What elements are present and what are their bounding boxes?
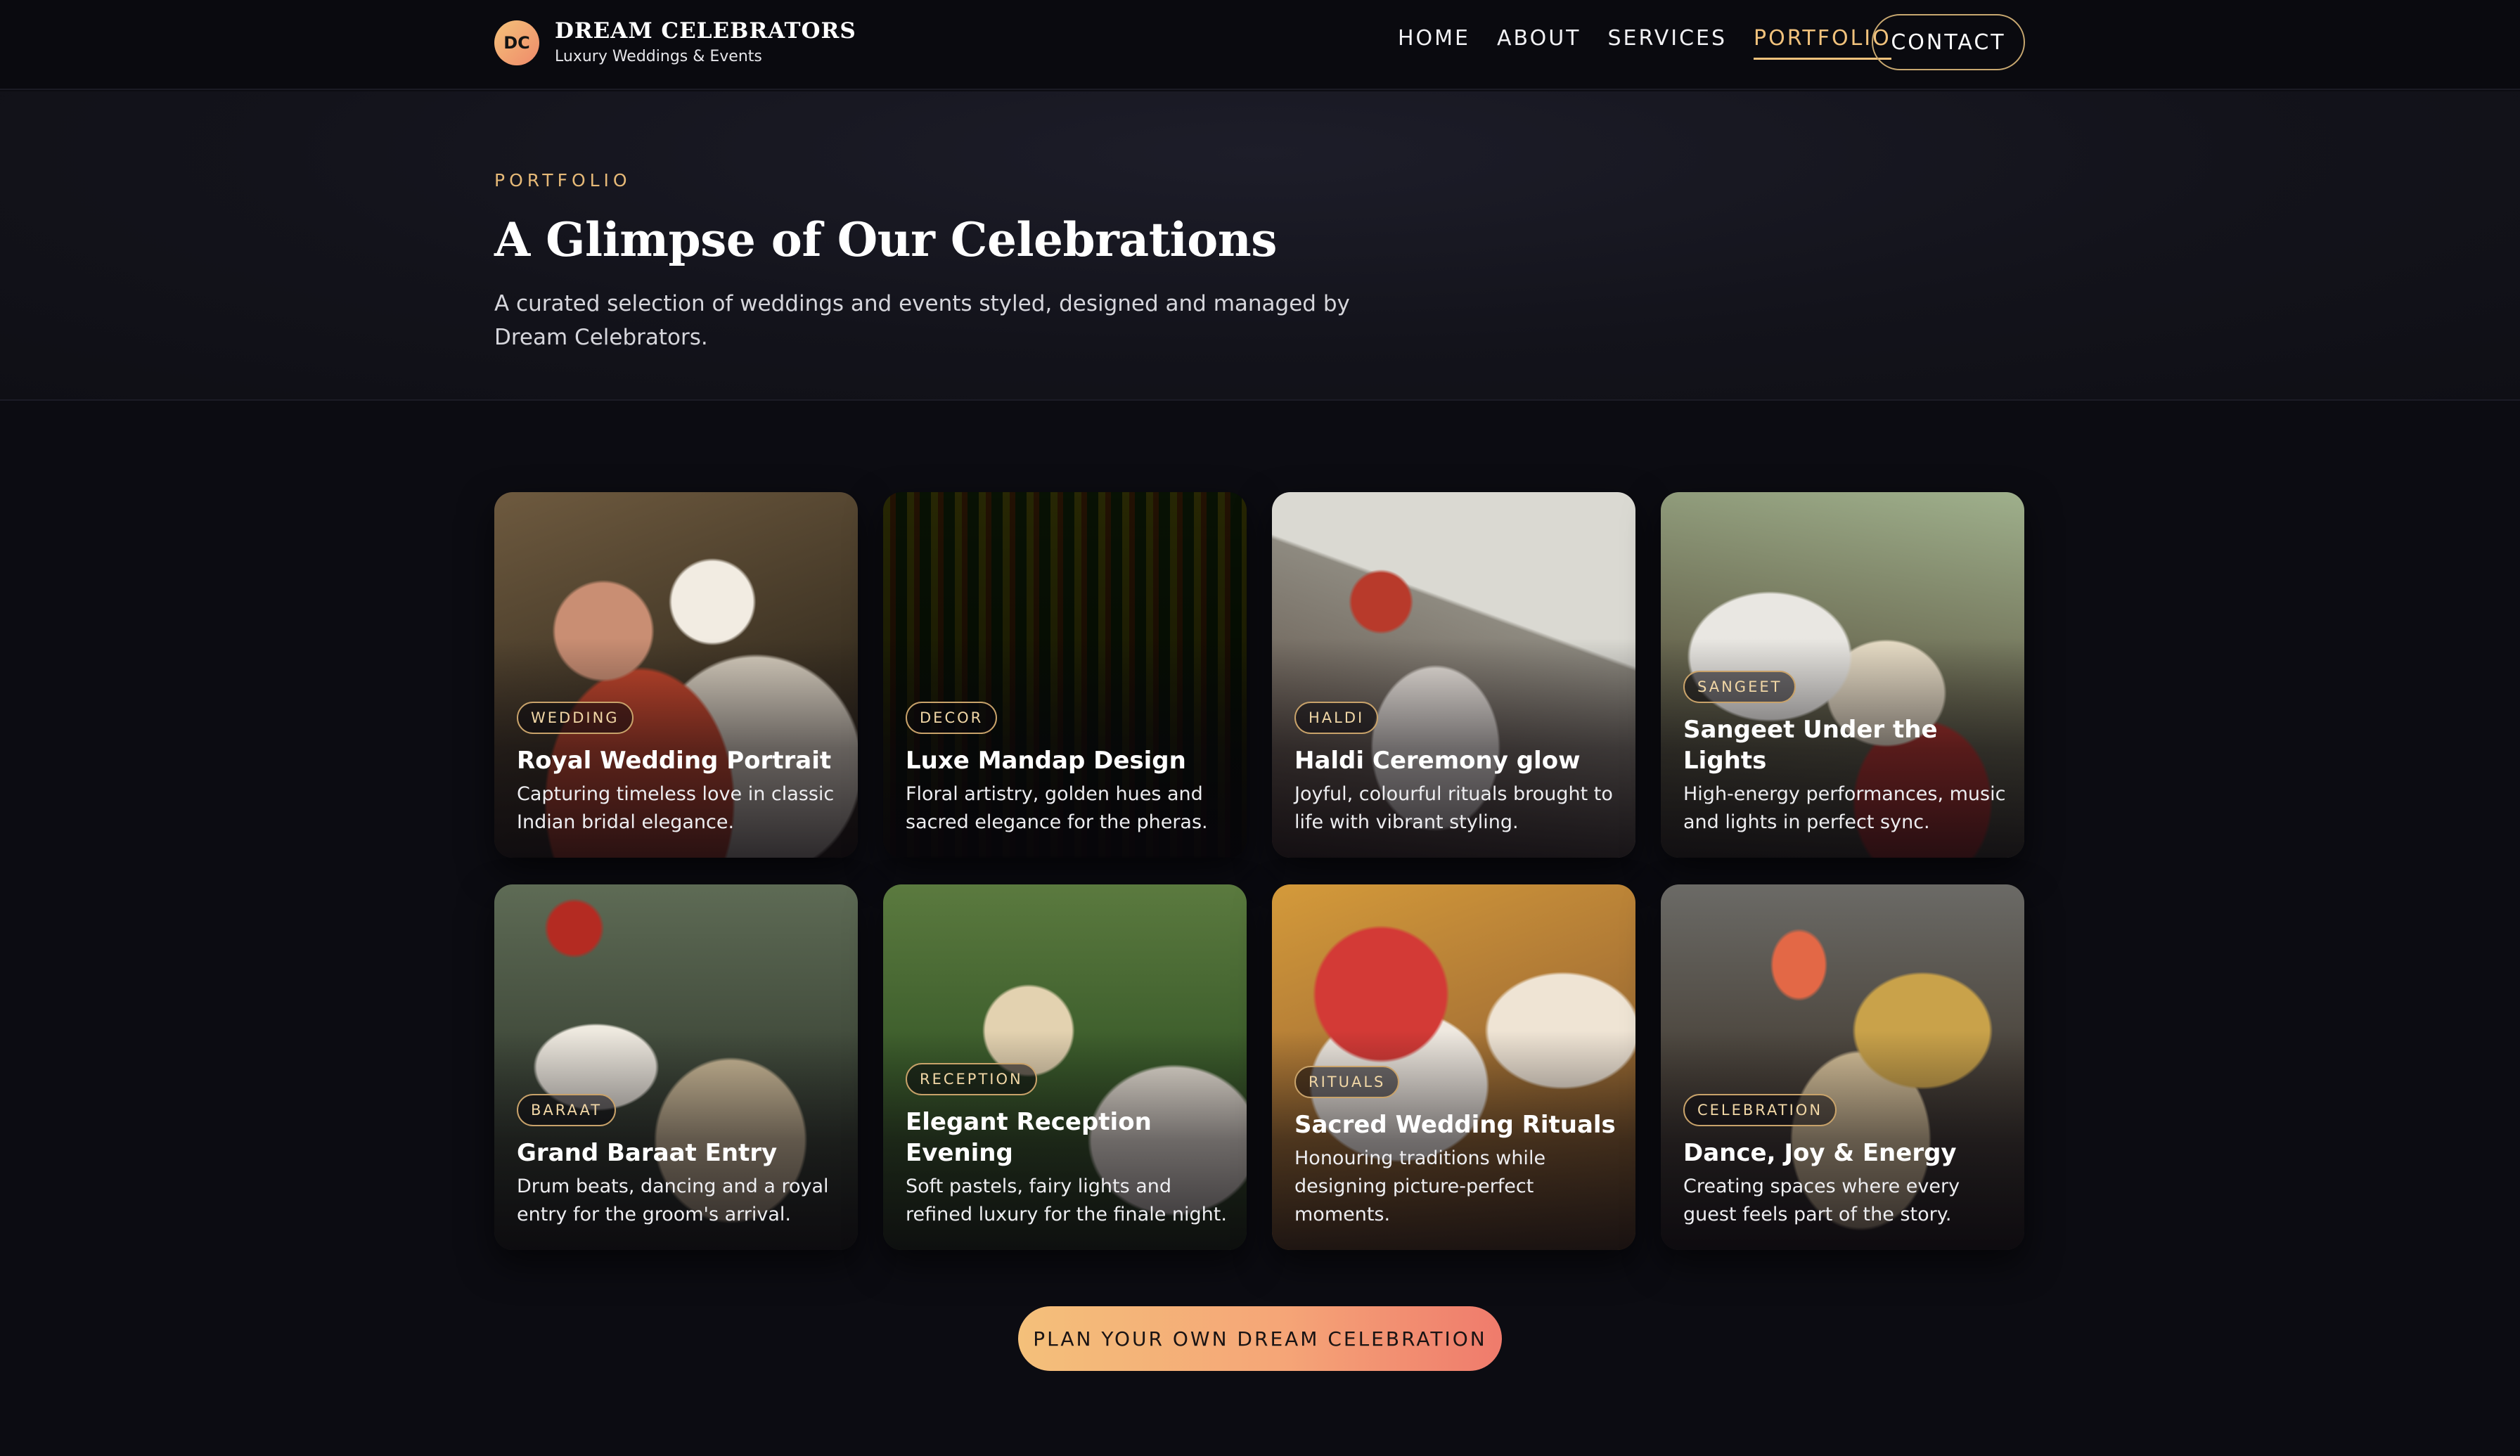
- card-tag: SANGEET: [1683, 671, 1796, 703]
- page-description: A curated selection of weddings and even…: [494, 291, 1350, 350]
- portfolio-card-decor[interactable]: DECOR Luxe Mandap Design Floral artistry…: [883, 492, 1247, 858]
- portfolio-card-celebration[interactable]: CELEBRATION Dance, Joy & Energy Creating…: [1661, 884, 2024, 1250]
- card-description: Honouring traditions while designing pic…: [1294, 1147, 1546, 1225]
- card-description: Creating spaces where every guest feels …: [1683, 1175, 1960, 1225]
- card-content: RITUALS Sacred Wedding Rituals Honouring…: [1294, 1066, 1619, 1229]
- nav-link-portfolio[interactable]: PORTFOLIO: [1754, 25, 1891, 60]
- card-title: Royal Wedding Portrait: [517, 747, 832, 775]
- card-tag: DECOR: [906, 702, 998, 734]
- card-content: SANGEET Sangeet Under the Lights High-en…: [1683, 671, 2007, 837]
- card-description: Floral artistry, golden hues and sacred …: [906, 783, 1208, 833]
- portfolio-card-reception[interactable]: RECEPTION Elegant Reception Evening Soft…: [883, 884, 1247, 1250]
- card-tag: RECEPTION: [906, 1063, 1037, 1095]
- brand-tagline: Luxury Weddings & Events: [555, 48, 762, 65]
- card-description: Soft pastels, fairy lights and refined l…: [906, 1175, 1227, 1225]
- top-navigation: DC DREAM CELEBRATORS Luxury Weddings & E…: [0, 0, 2520, 90]
- nav-link-about[interactable]: ABOUT: [1497, 25, 1581, 53]
- card-title: Luxe Mandap Design: [906, 747, 1186, 775]
- brand-text: DREAM CELEBRATORS Luxury Weddings & Even…: [555, 18, 856, 67]
- contact-button[interactable]: CONTACT: [1872, 14, 2025, 70]
- card-tag: CELEBRATION: [1683, 1094, 1837, 1126]
- card-title: Sacred Wedding Rituals: [1294, 1111, 1616, 1139]
- card-content: CELEBRATION Dance, Joy & Energy Creating…: [1683, 1094, 2007, 1229]
- card-title: Elegant Reception Evening: [906, 1108, 1152, 1167]
- card-tag: WEDDING: [517, 702, 634, 734]
- portfolio-card-baraat[interactable]: BARAAT Grand Baraat Entry Drum beats, da…: [494, 884, 858, 1250]
- portfolio-card-rituals[interactable]: RITUALS Sacred Wedding Rituals Honouring…: [1272, 884, 1635, 1250]
- card-description: Drum beats, dancing and a royal entry fo…: [517, 1175, 829, 1225]
- card-description: Capturing timeless love in classic India…: [517, 783, 835, 833]
- nav-link-services[interactable]: SERVICES: [1608, 25, 1728, 53]
- plan-celebration-button[interactable]: PLAN YOUR OWN DREAM CELEBRATION: [1018, 1306, 1502, 1371]
- card-content: BARAAT Grand Baraat Entry Drum beats, da…: [517, 1094, 841, 1229]
- card-description: High-energy performances, music and ligh…: [1683, 783, 2006, 833]
- portfolio-card-haldi[interactable]: HALDI Haldi Ceremony glow Joyful, colour…: [1272, 492, 1635, 858]
- portfolio-grid: WEDDING Royal Wedding Portrait Capturing…: [494, 492, 2025, 1250]
- card-content: DECOR Luxe Mandap Design Floral artistry…: [906, 702, 1230, 837]
- page-title: A Glimpse of Our Celebrations: [494, 212, 1277, 267]
- card-title: Dance, Joy & Energy: [1683, 1139, 1957, 1167]
- card-tag: RITUALS: [1294, 1066, 1400, 1098]
- nav-link-home[interactable]: HOME: [1398, 25, 1470, 53]
- card-title: Sangeet Under the Lights: [1683, 716, 1938, 775]
- card-title: Grand Baraat Entry: [517, 1139, 778, 1167]
- portfolio-card-sangeet[interactable]: SANGEET Sangeet Under the Lights High-en…: [1661, 492, 2024, 858]
- portfolio-hero: PORTFOLIO A Glimpse of Our Celebrations …: [0, 91, 2520, 401]
- card-content: RECEPTION Elegant Reception Evening Soft…: [906, 1063, 1230, 1229]
- brand-name: DREAM CELEBRATORS: [555, 18, 856, 44]
- portfolio-card-wedding[interactable]: WEDDING Royal Wedding Portrait Capturing…: [494, 492, 858, 858]
- card-content: WEDDING Royal Wedding Portrait Capturing…: [517, 702, 841, 837]
- brand-badge-icon: DC: [494, 20, 539, 65]
- card-tag: BARAAT: [517, 1094, 617, 1126]
- card-content: HALDI Haldi Ceremony glow Joyful, colour…: [1294, 702, 1619, 837]
- brand-logo-link[interactable]: DC DREAM CELEBRATORS Luxury Weddings & E…: [494, 18, 856, 67]
- card-description: Joyful, colourful rituals brought to lif…: [1294, 783, 1613, 833]
- card-tag: HALDI: [1294, 702, 1379, 734]
- section-eyebrow: PORTFOLIO: [494, 170, 631, 191]
- card-title: Haldi Ceremony glow: [1294, 747, 1581, 775]
- nav-menu: HOME ABOUT SERVICES PORTFOLIO: [1398, 0, 1918, 77]
